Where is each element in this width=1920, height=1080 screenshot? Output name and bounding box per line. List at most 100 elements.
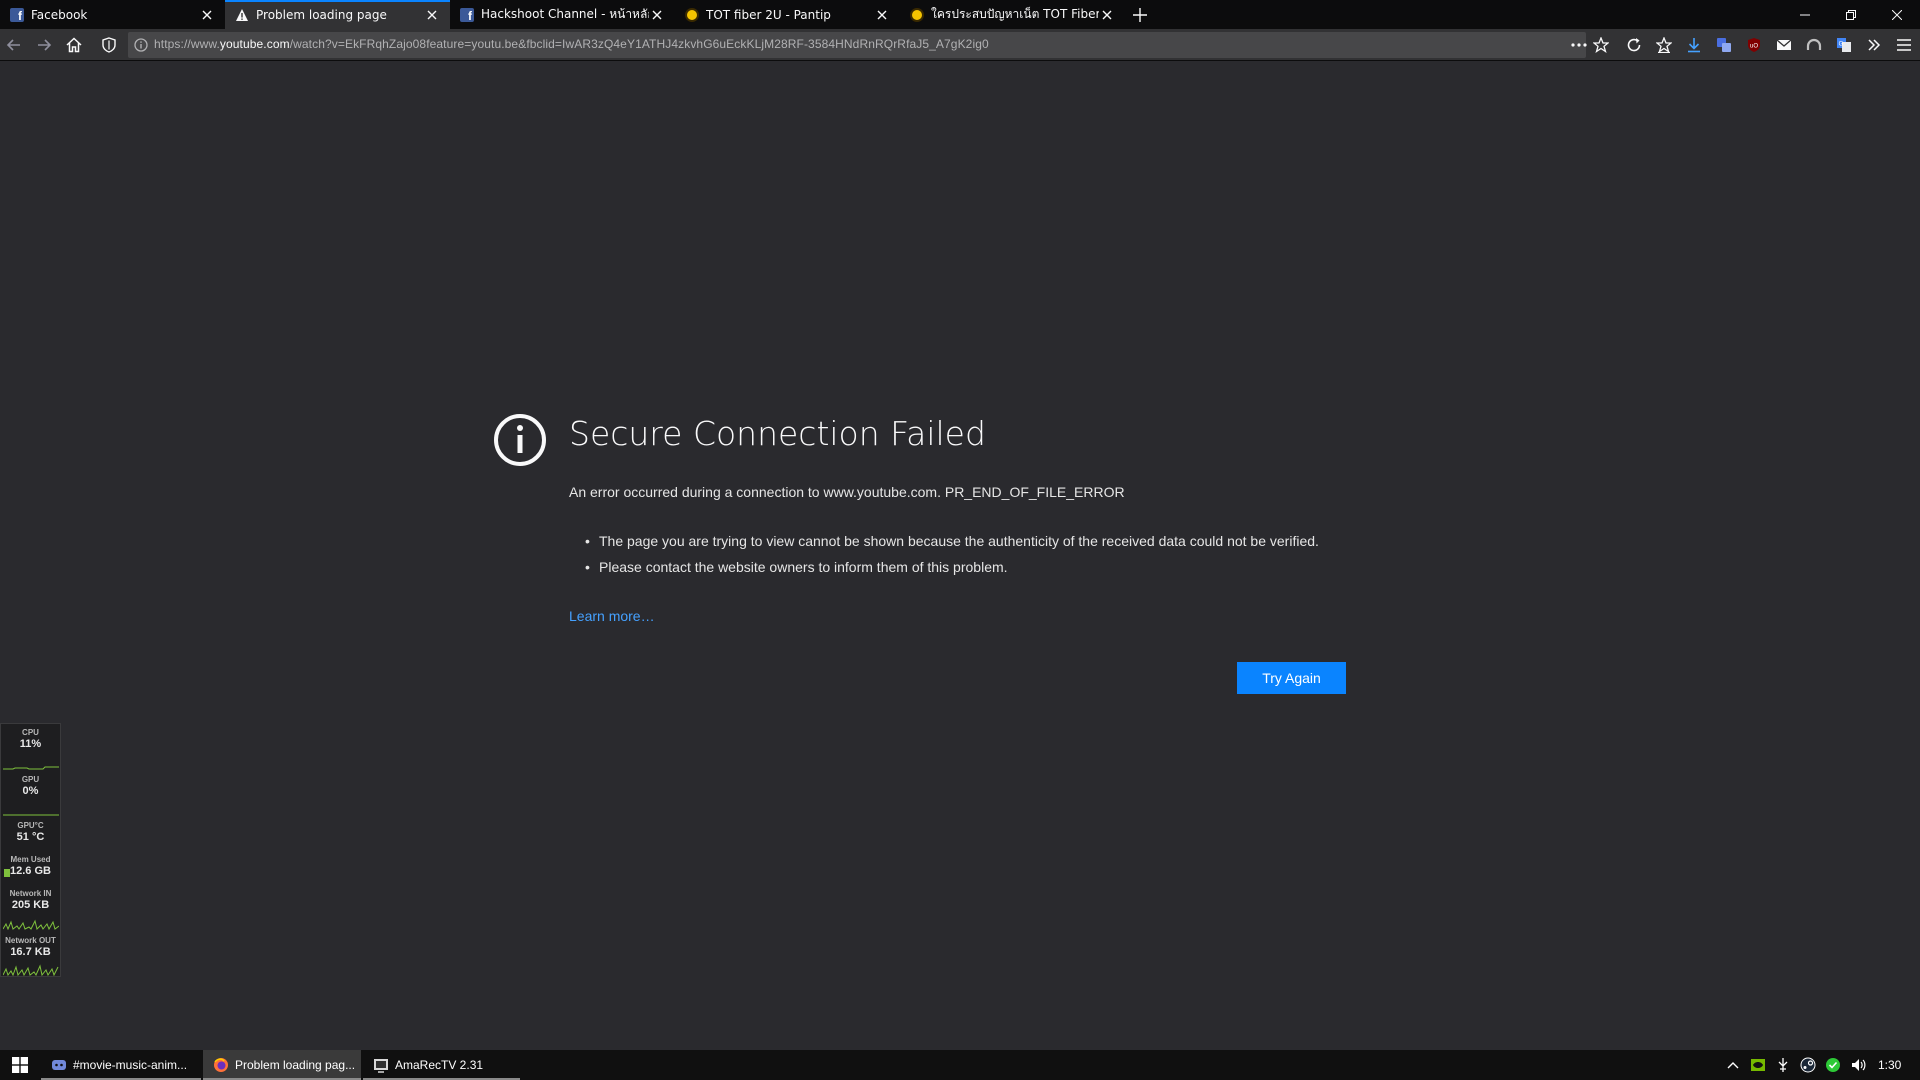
svg-text:uO: uO xyxy=(1750,44,1758,50)
learn-more-link[interactable]: Learn more… xyxy=(569,608,655,624)
library-button[interactable] xyxy=(1656,37,1672,53)
memory-bar xyxy=(4,869,10,877)
tray-network[interactable] xyxy=(1775,1057,1791,1073)
google-translate-button[interactable]: G xyxy=(1836,37,1852,53)
minimize-icon xyxy=(1800,14,1810,15)
tab-facebook[interactable]: f Facebook xyxy=(0,0,225,29)
network-in-label: Network IN xyxy=(9,889,52,898)
try-again-button[interactable]: Try Again xyxy=(1237,662,1346,694)
forward-arrow-icon xyxy=(38,39,52,51)
volume-icon xyxy=(1852,1059,1866,1071)
gpu-value: 0% xyxy=(22,785,39,797)
more-dots-icon xyxy=(1571,43,1587,47)
plus-icon xyxy=(1133,7,1147,22)
headphones-icon xyxy=(1806,38,1822,50)
hamburger-menu-icon xyxy=(1897,39,1911,51)
bookmarks-star-icon xyxy=(1656,37,1672,53)
nvidia-icon xyxy=(1751,1059,1765,1071)
network-in-readout: Network IN 205 KB xyxy=(1,889,60,912)
close-tab-icon[interactable] xyxy=(874,7,890,23)
error-title: Secure Connection Failed xyxy=(569,414,986,453)
close-tab-icon[interactable] xyxy=(1099,7,1115,23)
extension-translate-button[interactable] xyxy=(1716,37,1732,53)
tab-pantip-thai[interactable]: ใครประสบปัญหาเน็ต TOT Fiber 2U xyxy=(900,0,1125,29)
shield-check-icon xyxy=(1826,1058,1840,1072)
memory-label: Mem Used xyxy=(10,855,51,864)
error-detail-item: Please contact the website owners to inf… xyxy=(585,558,1330,576)
tab-title: Hackshoot Channel - หน้าหลัก xyxy=(481,7,649,21)
page-actions-button[interactable] xyxy=(1570,37,1588,53)
start-button[interactable] xyxy=(0,1050,40,1080)
url-text[interactable]: https://www.youtube.com/watch?v=EkFRqhZa… xyxy=(154,37,989,51)
taskbar-app-label: Problem loading pag... xyxy=(235,1058,356,1072)
tracking-protection-button[interactable] xyxy=(101,37,117,53)
tab-title: Problem loading page xyxy=(256,7,387,22)
network-out-graph xyxy=(3,964,59,976)
info-icon xyxy=(494,414,546,466)
overflow-button[interactable] xyxy=(1866,37,1882,53)
taskbar-app-amarectv[interactable]: AmaRecTV 2.31 xyxy=(363,1050,520,1080)
close-tab-icon[interactable] xyxy=(199,7,215,23)
cpu-graph xyxy=(3,766,59,770)
facebook-icon: f xyxy=(459,7,475,23)
home-icon xyxy=(66,37,82,53)
taskbar-app-discord[interactable]: #movie-music-anim... xyxy=(41,1050,201,1080)
shield-icon xyxy=(102,37,116,53)
home-button[interactable] xyxy=(66,37,82,53)
steam-icon xyxy=(1800,1057,1816,1073)
url-bar[interactable]: https://www.youtube.com/watch?v=EkFRqhZa… xyxy=(128,32,1588,58)
error-detail-item: The page you are trying to view cannot b… xyxy=(585,532,1330,550)
windows-taskbar: #movie-music-anim... Problem loading pag… xyxy=(0,1050,1920,1080)
chevron-double-right-icon xyxy=(1868,39,1881,51)
tray-steam[interactable] xyxy=(1800,1057,1816,1073)
reload-icon xyxy=(1627,38,1641,52)
close-icon xyxy=(1892,9,1902,20)
tray-volume[interactable] xyxy=(1850,1057,1866,1073)
pantip-icon xyxy=(909,7,925,23)
warning-icon xyxy=(234,7,250,23)
close-tab-icon[interactable] xyxy=(649,7,665,23)
forward-button[interactable] xyxy=(36,37,52,53)
menu-button[interactable] xyxy=(1896,37,1912,53)
tab-pantip-tot-fiber[interactable]: TOT fiber 2U - Pantip xyxy=(675,0,900,29)
ublock-icon: uO xyxy=(1748,38,1760,52)
gpu-graph xyxy=(3,814,59,816)
tab-strip: f Facebook Problem loading page f Hacksh… xyxy=(0,0,1920,29)
reload-button[interactable] xyxy=(1626,37,1642,53)
discord-icon xyxy=(51,1057,67,1073)
taskbar-app-label: #movie-music-anim... xyxy=(73,1058,188,1072)
restore-button[interactable] xyxy=(1828,0,1874,29)
error-details-list: The page you are trying to view cannot b… xyxy=(585,532,1330,584)
ublock-extension-button[interactable]: uO xyxy=(1746,37,1762,53)
tray-security[interactable] xyxy=(1825,1057,1841,1073)
new-tab-button[interactable] xyxy=(1125,0,1155,29)
extension-arc-button[interactable] xyxy=(1806,37,1822,53)
tab-problem-loading[interactable]: Problem loading page xyxy=(225,0,450,29)
close-window-button[interactable] xyxy=(1874,0,1920,29)
tray-nvidia[interactable] xyxy=(1750,1057,1766,1073)
tab-hackshoot-channel[interactable]: f Hackshoot Channel - หน้าหลัก xyxy=(450,0,675,29)
bookmark-star-button[interactable] xyxy=(1593,37,1609,53)
pantip-icon xyxy=(684,7,700,23)
minimize-button[interactable] xyxy=(1782,0,1828,29)
facebook-icon: f xyxy=(9,7,25,23)
back-arrow-icon xyxy=(6,39,20,51)
download-icon xyxy=(1688,38,1700,53)
back-button[interactable] xyxy=(6,37,22,53)
downloads-button[interactable] xyxy=(1686,37,1702,53)
network-out-value: 16.7 KB xyxy=(10,946,51,958)
restore-icon xyxy=(1846,9,1856,20)
tab-title: TOT fiber 2U - Pantip xyxy=(706,7,831,22)
translate-extension-icon xyxy=(1717,38,1731,52)
taskbar-clock[interactable]: 1:30 xyxy=(1878,1058,1901,1072)
site-info-icon[interactable] xyxy=(133,37,149,53)
mail-extension-button[interactable] xyxy=(1776,37,1792,53)
network-in-value: 205 KB xyxy=(11,899,50,911)
gpu-readout: GPU 0% xyxy=(1,775,60,798)
url-prefix: https://www. xyxy=(154,37,220,51)
close-tab-icon[interactable] xyxy=(424,7,440,23)
show-hidden-icons-button[interactable] xyxy=(1725,1057,1741,1073)
gpu-temp-readout: GPU°C 51 °C xyxy=(1,821,60,844)
navigation-toolbar: https://www.youtube.com/watch?v=EkFRqhZa… xyxy=(0,29,1920,61)
taskbar-app-firefox[interactable]: Problem loading pag... xyxy=(203,1050,361,1080)
